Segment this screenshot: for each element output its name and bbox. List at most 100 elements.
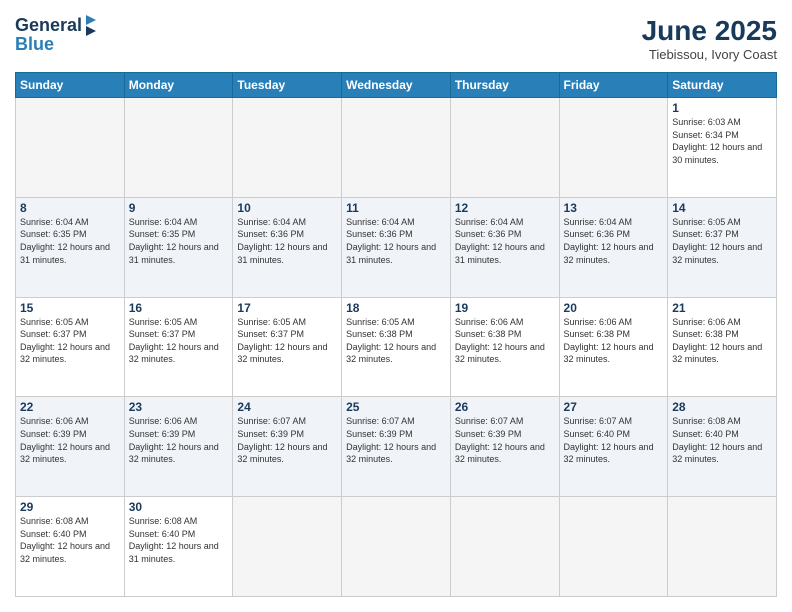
day-info: Sunrise: 6:04 AMSunset: 6:36 PMDaylight:… <box>346 216 446 266</box>
day-number: 11 <box>346 201 446 215</box>
location: Tiebissou, Ivory Coast <box>642 47 777 62</box>
calendar-cell <box>342 98 451 198</box>
day-number: 9 <box>129 201 229 215</box>
calendar-cell: 9Sunrise: 6:04 AMSunset: 6:35 PMDaylight… <box>124 197 233 297</box>
day-number: 23 <box>129 400 229 414</box>
day-number: 8 <box>20 201 120 215</box>
calendar-cell: 1Sunrise: 6:03 AMSunset: 6:34 PMDaylight… <box>668 98 777 198</box>
day-info: Sunrise: 6:03 AMSunset: 6:34 PMDaylight:… <box>672 116 772 166</box>
calendar-cell: 30Sunrise: 6:08 AMSunset: 6:40 PMDayligh… <box>124 497 233 597</box>
calendar-cell <box>233 497 342 597</box>
day-number: 15 <box>20 301 120 315</box>
calendar-cell: 22Sunrise: 6:06 AMSunset: 6:39 PMDayligh… <box>16 397 125 497</box>
day-number: 1 <box>672 101 772 115</box>
col-monday: Monday <box>124 73 233 98</box>
day-number: 13 <box>564 201 664 215</box>
calendar-header: Sunday Monday Tuesday Wednesday Thursday… <box>16 73 777 98</box>
day-info: Sunrise: 6:07 AMSunset: 6:39 PMDaylight:… <box>455 415 555 465</box>
calendar-cell: 28Sunrise: 6:08 AMSunset: 6:40 PMDayligh… <box>668 397 777 497</box>
day-info: Sunrise: 6:07 AMSunset: 6:40 PMDaylight:… <box>564 415 664 465</box>
day-info: Sunrise: 6:06 AMSunset: 6:39 PMDaylight:… <box>20 415 120 465</box>
calendar-cell: 21Sunrise: 6:06 AMSunset: 6:38 PMDayligh… <box>668 297 777 397</box>
calendar-cell: 16Sunrise: 6:05 AMSunset: 6:37 PMDayligh… <box>124 297 233 397</box>
day-number: 17 <box>237 301 337 315</box>
calendar-cell <box>233 98 342 198</box>
day-number: 25 <box>346 400 446 414</box>
day-info: Sunrise: 6:08 AMSunset: 6:40 PMDaylight:… <box>20 515 120 565</box>
calendar-cell <box>450 497 559 597</box>
day-number: 24 <box>237 400 337 414</box>
day-number: 29 <box>20 500 120 514</box>
logo-block: General Blue <box>15 15 96 55</box>
calendar-cell: 14Sunrise: 6:05 AMSunset: 6:37 PMDayligh… <box>668 197 777 297</box>
calendar-cell <box>559 497 668 597</box>
calendar-week-4: 29Sunrise: 6:08 AMSunset: 6:40 PMDayligh… <box>16 497 777 597</box>
day-number: 10 <box>237 201 337 215</box>
calendar-cell: 13Sunrise: 6:04 AMSunset: 6:36 PMDayligh… <box>559 197 668 297</box>
calendar-cell: 15Sunrise: 6:05 AMSunset: 6:37 PMDayligh… <box>16 297 125 397</box>
day-info: Sunrise: 6:04 AMSunset: 6:35 PMDaylight:… <box>20 216 120 266</box>
day-info: Sunrise: 6:06 AMSunset: 6:38 PMDaylight:… <box>455 316 555 366</box>
calendar-cell: 19Sunrise: 6:06 AMSunset: 6:38 PMDayligh… <box>450 297 559 397</box>
title-block: June 2025 Tiebissou, Ivory Coast <box>642 15 777 62</box>
day-info: Sunrise: 6:07 AMSunset: 6:39 PMDaylight:… <box>237 415 337 465</box>
day-info: Sunrise: 6:07 AMSunset: 6:39 PMDaylight:… <box>346 415 446 465</box>
logo: General Blue <box>15 15 96 55</box>
calendar-cell: 17Sunrise: 6:05 AMSunset: 6:37 PMDayligh… <box>233 297 342 397</box>
header: General Blue June 2025 Tiebissou, Ivory … <box>15 15 777 62</box>
day-number: 12 <box>455 201 555 215</box>
calendar-cell: 24Sunrise: 6:07 AMSunset: 6:39 PMDayligh… <box>233 397 342 497</box>
calendar-week-2: 15Sunrise: 6:05 AMSunset: 6:37 PMDayligh… <box>16 297 777 397</box>
calendar-body: 1Sunrise: 6:03 AMSunset: 6:34 PMDaylight… <box>16 98 777 597</box>
calendar-cell: 29Sunrise: 6:08 AMSunset: 6:40 PMDayligh… <box>16 497 125 597</box>
calendar-cell <box>559 98 668 198</box>
day-number: 21 <box>672 301 772 315</box>
calendar-cell: 23Sunrise: 6:06 AMSunset: 6:39 PMDayligh… <box>124 397 233 497</box>
day-info: Sunrise: 6:04 AMSunset: 6:35 PMDaylight:… <box>129 216 229 266</box>
calendar-week-3: 22Sunrise: 6:06 AMSunset: 6:39 PMDayligh… <box>16 397 777 497</box>
col-saturday: Saturday <box>668 73 777 98</box>
day-info: Sunrise: 6:04 AMSunset: 6:36 PMDaylight:… <box>455 216 555 266</box>
page: General Blue June 2025 Tiebissou, Ivory … <box>0 0 792 612</box>
calendar-cell: 10Sunrise: 6:04 AMSunset: 6:36 PMDayligh… <box>233 197 342 297</box>
calendar-cell: 25Sunrise: 6:07 AMSunset: 6:39 PMDayligh… <box>342 397 451 497</box>
day-info: Sunrise: 6:05 AMSunset: 6:37 PMDaylight:… <box>672 216 772 266</box>
day-info: Sunrise: 6:06 AMSunset: 6:38 PMDaylight:… <box>672 316 772 366</box>
day-number: 22 <box>20 400 120 414</box>
calendar-cell <box>342 497 451 597</box>
day-number: 16 <box>129 301 229 315</box>
col-wednesday: Wednesday <box>342 73 451 98</box>
day-number: 27 <box>564 400 664 414</box>
calendar-week-1: 8Sunrise: 6:04 AMSunset: 6:35 PMDaylight… <box>16 197 777 297</box>
col-thursday: Thursday <box>450 73 559 98</box>
calendar-cell: 27Sunrise: 6:07 AMSunset: 6:40 PMDayligh… <box>559 397 668 497</box>
month-title: June 2025 <box>642 15 777 47</box>
calendar-cell: 11Sunrise: 6:04 AMSunset: 6:36 PMDayligh… <box>342 197 451 297</box>
day-number: 19 <box>455 301 555 315</box>
calendar-cell: 18Sunrise: 6:05 AMSunset: 6:38 PMDayligh… <box>342 297 451 397</box>
day-info: Sunrise: 6:06 AMSunset: 6:39 PMDaylight:… <box>129 415 229 465</box>
calendar-cell: 20Sunrise: 6:06 AMSunset: 6:38 PMDayligh… <box>559 297 668 397</box>
day-info: Sunrise: 6:04 AMSunset: 6:36 PMDaylight:… <box>237 216 337 266</box>
calendar-cell: 8Sunrise: 6:04 AMSunset: 6:35 PMDaylight… <box>16 197 125 297</box>
col-friday: Friday <box>559 73 668 98</box>
day-info: Sunrise: 6:05 AMSunset: 6:37 PMDaylight:… <box>129 316 229 366</box>
calendar-cell: 26Sunrise: 6:07 AMSunset: 6:39 PMDayligh… <box>450 397 559 497</box>
calendar-cell <box>450 98 559 198</box>
day-info: Sunrise: 6:04 AMSunset: 6:36 PMDaylight:… <box>564 216 664 266</box>
calendar-table: Sunday Monday Tuesday Wednesday Thursday… <box>15 72 777 597</box>
day-info: Sunrise: 6:05 AMSunset: 6:37 PMDaylight:… <box>20 316 120 366</box>
calendar-cell <box>16 98 125 198</box>
day-number: 26 <box>455 400 555 414</box>
day-info: Sunrise: 6:06 AMSunset: 6:38 PMDaylight:… <box>564 316 664 366</box>
day-info: Sunrise: 6:05 AMSunset: 6:38 PMDaylight:… <box>346 316 446 366</box>
logo-blue: Blue <box>15 34 96 55</box>
col-tuesday: Tuesday <box>233 73 342 98</box>
day-number: 14 <box>672 201 772 215</box>
day-number: 30 <box>129 500 229 514</box>
calendar-cell: 12Sunrise: 6:04 AMSunset: 6:36 PMDayligh… <box>450 197 559 297</box>
day-info: Sunrise: 6:08 AMSunset: 6:40 PMDaylight:… <box>672 415 772 465</box>
calendar-cell <box>668 497 777 597</box>
day-number: 20 <box>564 301 664 315</box>
day-info: Sunrise: 6:08 AMSunset: 6:40 PMDaylight:… <box>129 515 229 565</box>
